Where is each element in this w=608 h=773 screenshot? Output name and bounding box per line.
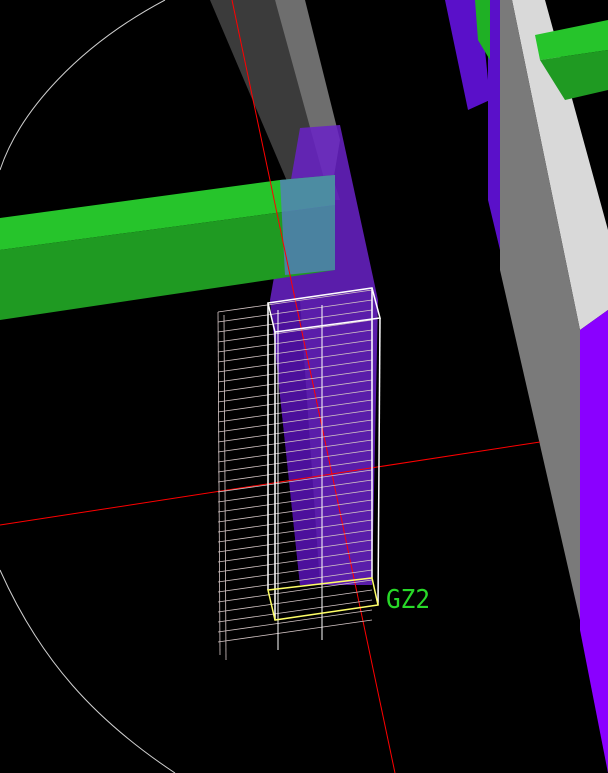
element-id-label: GZ2 bbox=[386, 585, 430, 615]
3d-viewport[interactable]: GZ2 bbox=[0, 0, 608, 773]
green-beam-blue-end bbox=[280, 175, 335, 275]
